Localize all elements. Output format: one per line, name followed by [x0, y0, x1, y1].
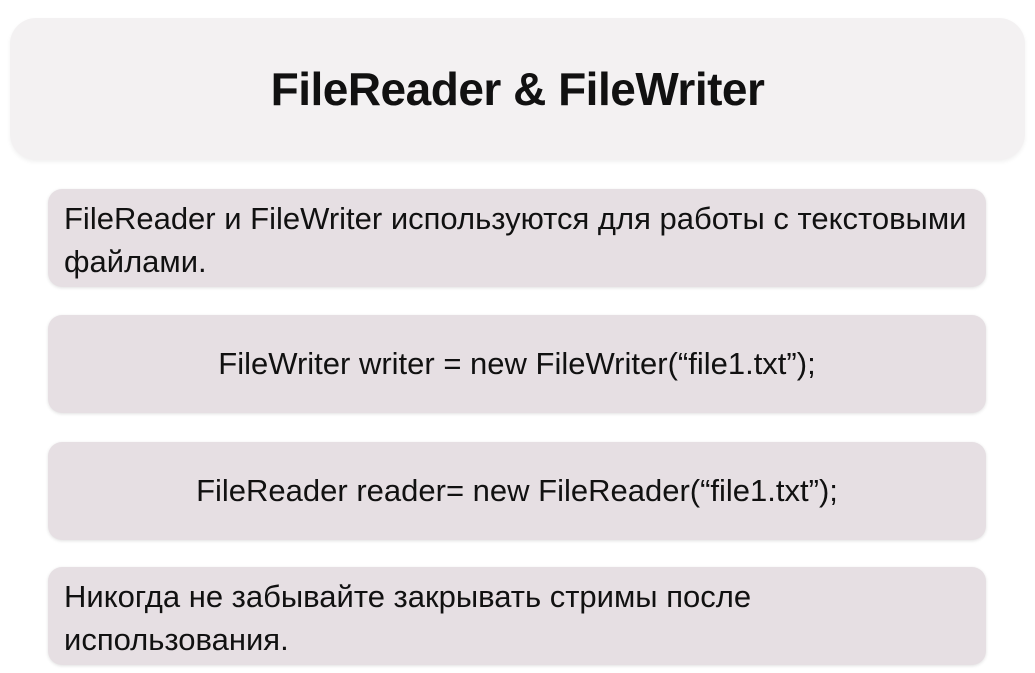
filewriter-code-text: FileWriter writer = new FileWriter(“file… [218, 346, 816, 381]
title-banner: FileReader & FileWriter [10, 18, 1025, 160]
filereader-code-text: FileReader reader= new FileReader(“file1… [196, 473, 838, 508]
description-text: FileReader и FileWriter используются для… [64, 201, 967, 279]
reminder-text: Никогда не забывайте закрывать стримы по… [64, 579, 752, 657]
code-box-filereader: FileReader reader= new FileReader(“file1… [48, 442, 986, 540]
text-box-reminder: Никогда не забывайте закрывать стримы по… [48, 567, 986, 665]
text-box-description: FileReader и FileWriter используются для… [48, 189, 986, 287]
slide: FileReader & FileWriter FileReader и Fil… [0, 0, 1035, 673]
code-box-filewriter: FileWriter writer = new FileWriter(“file… [48, 315, 986, 413]
slide-title: FileReader & FileWriter [270, 63, 765, 115]
